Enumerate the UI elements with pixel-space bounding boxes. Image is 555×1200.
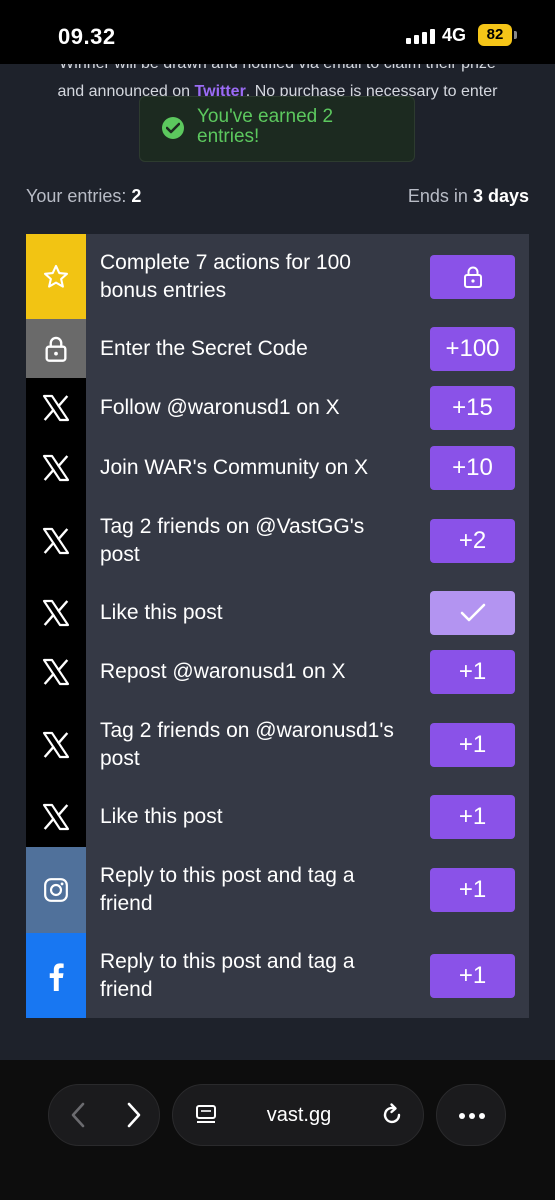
action-label: Enter the Secret Code [100, 336, 308, 360]
facebook-icon [26, 933, 86, 1018]
entries-button[interactable]: +1 [430, 795, 515, 839]
locked-button[interactable] [430, 254, 515, 299]
action-row-follow[interactable]: Follow @waronusd1 on X +15 [26, 378, 529, 438]
battery-tip [514, 31, 517, 39]
forward-arrow-icon[interactable] [121, 1099, 145, 1136]
x-logo-icon [26, 642, 86, 702]
entries-button[interactable]: +1 [430, 722, 515, 767]
ends-in-value: 3 days [472, 186, 529, 206]
action-label: Reply to this post and tag a friend [100, 949, 355, 1001]
reload-icon[interactable] [379, 1102, 405, 1133]
action-row-like-completed[interactable]: Like this post [26, 583, 529, 642]
cellular-signal-icon [406, 28, 436, 44]
navigation-buttons [48, 1084, 160, 1146]
action-row-bonus[interactable]: Complete 7 actions for 100 bonus entries [26, 234, 529, 319]
check-circle-icon [162, 117, 184, 139]
browser-toolbar: vast.gg [0, 1060, 555, 1200]
checkmark-icon [460, 603, 485, 621]
instagram-icon [26, 847, 86, 933]
toast-message: You've earned 2 entries! [197, 106, 334, 147]
your-entries: Your entries: 2 [26, 186, 142, 206]
entries-button[interactable]: +15 [430, 386, 515, 430]
action-label: Reply to this post and tag a friend [100, 864, 355, 915]
address-bar[interactable]: vast.gg [172, 1084, 424, 1146]
entries-button[interactable]: +2 [430, 518, 515, 563]
more-options-button[interactable] [436, 1084, 506, 1146]
x-logo-icon [26, 583, 86, 642]
action-row-community[interactable]: Join WAR's Community on X +10 [26, 438, 529, 498]
entries-count: 2 [131, 186, 142, 206]
action-row-facebook[interactable]: Reply to this post and tag a friend +1 [26, 933, 529, 1018]
ends-in: Ends in 3 days [407, 186, 529, 206]
entries-button[interactable]: +100 [430, 326, 515, 371]
action-row-like[interactable]: Like this post +1 [26, 787, 529, 847]
action-label: Follow @waronusd1 on X [100, 396, 340, 419]
success-toast: You've earned 2 entries! [139, 96, 415, 162]
action-label: Tag 2 friends on @waronusd1's post [100, 718, 394, 770]
action-label: Complete 7 actions for 100 bonus entries [100, 250, 351, 302]
lock-icon [463, 266, 482, 288]
action-row-tag-vastgg[interactable]: Tag 2 friends on @VastGG's post +2 [26, 498, 529, 583]
giveaway-page: Winner will be drawn and notified via em… [0, 64, 555, 1060]
action-label: Repost @waronusd1 on X [100, 660, 346, 683]
network-type: 4G [442, 25, 467, 45]
action-row-instagram[interactable]: Reply to this post and tag a friend +1 [26, 847, 529, 933]
battery-icon: 82 [478, 24, 512, 46]
x-logo-icon [26, 787, 86, 847]
action-label: Join WAR's Community on X [100, 456, 369, 479]
x-logo-icon [26, 378, 86, 438]
action-label: Tag 2 friends on @VastGG's post [100, 514, 365, 566]
lock-icon [26, 319, 86, 378]
action-row-secret-code[interactable]: Enter the Secret Code +100 [26, 319, 529, 378]
x-logo-icon [26, 498, 86, 583]
completed-button[interactable] [430, 590, 515, 635]
more-dots-icon [459, 1113, 485, 1119]
status-bar: 09.32 4G 82 [0, 0, 555, 64]
entries-button[interactable]: +1 [430, 868, 515, 912]
rules-line-1: Winner will be drawn and notified via em… [0, 64, 555, 78]
star-icon [26, 234, 86, 319]
x-logo-icon [26, 438, 86, 498]
entries-button[interactable]: +10 [430, 446, 515, 490]
x-logo-icon [26, 702, 86, 787]
entries-button[interactable]: +1 [430, 953, 515, 998]
action-label: Like this post [100, 600, 223, 624]
status-time: 09.32 [58, 24, 116, 49]
action-row-tag-waronusd1[interactable]: Tag 2 friends on @waronusd1's post +1 [26, 702, 529, 787]
back-arrow-icon[interactable] [67, 1099, 91, 1136]
action-label: Like this post [100, 805, 223, 828]
entry-actions-list: Complete 7 actions for 100 bonus entries… [26, 234, 529, 1018]
action-row-repost[interactable]: Repost @waronusd1 on X +1 [26, 642, 529, 702]
entries-button[interactable]: +1 [430, 650, 515, 694]
